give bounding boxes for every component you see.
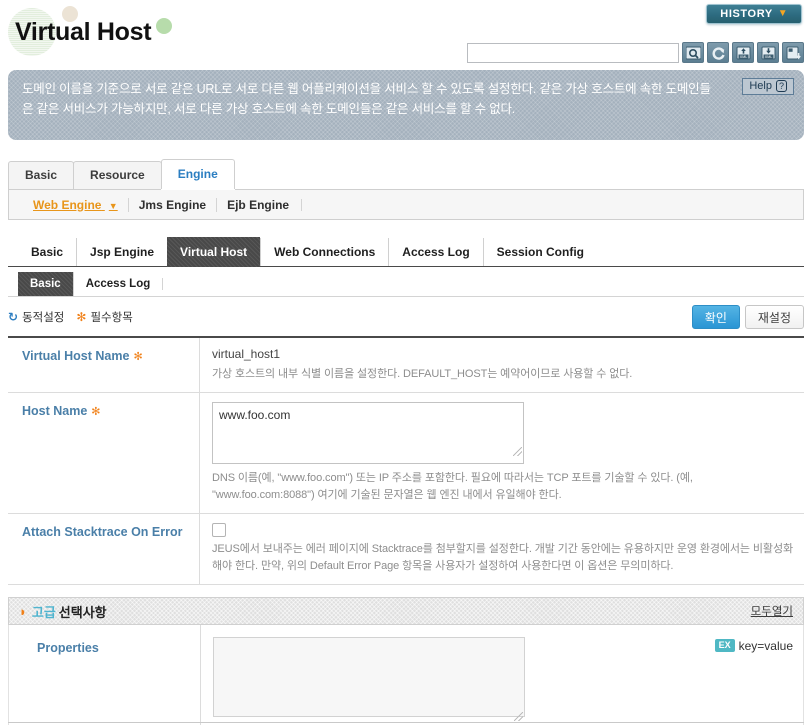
engine-subnav: Web Engine ▼ Jms Engine Ejb Engine	[8, 190, 804, 220]
page-title-area: Virtual Host	[8, 6, 172, 58]
asterisk-icon: ✻	[133, 351, 143, 363]
action-bar: ↻ 동적설정 ✻ 필수항목 확인 재설정	[8, 302, 804, 332]
field-label-host-name: Host Name ✻	[8, 393, 200, 513]
form-row-virtual-host-name: Virtual Host Name ✻ virtual_host1 가상 호스트의…	[8, 338, 804, 393]
legend-dynamic-config-label: 동적설정	[22, 312, 65, 324]
history-button-label: HISTORY	[720, 8, 773, 20]
field-label-properties: Properties	[9, 625, 201, 725]
field-label-text: Host Name	[22, 404, 88, 418]
chevron-down-icon: ▼	[108, 200, 118, 211]
subnav-item-jms-engine[interactable]: Jms Engine	[127, 197, 216, 212]
subnav-item-web-engine-label: Web Engine	[33, 197, 102, 212]
tab-virtual-host[interactable]: Virtual Host	[167, 236, 260, 267]
tab-engine[interactable]: Engine	[160, 159, 235, 189]
field-label-attach-stacktrace-on-error: Attach Stacktrace On Error	[8, 514, 200, 584]
legend: ↻ 동적설정 ✻ 필수항목	[8, 309, 133, 325]
tab-jsp-engine[interactable]: Jsp Engine	[76, 237, 167, 266]
subnav-divider	[301, 198, 303, 211]
virtual-host-tabs: Basic Access Log	[8, 271, 804, 297]
primary-tabs: Basic Resource Engine	[8, 159, 804, 190]
search-input[interactable]	[467, 42, 679, 63]
virtual-host-page: Virtual Host HISTORY ▼ XML XML 도메인 이름을 기…	[0, 0, 812, 727]
question-mark-icon: ?	[775, 80, 787, 92]
field-label-text: Virtual Host Name	[22, 349, 130, 363]
page-title: Virtual Host	[15, 18, 152, 46]
reset-button[interactable]: 재설정	[744, 305, 804, 329]
properties-textarea[interactable]	[213, 637, 525, 717]
form-row-host-name: Host Name✻ DNS 이름(예, "www.foo.com") 또는 I…	[8, 393, 804, 514]
decorative-circle-green	[156, 18, 172, 34]
refresh-icon[interactable]	[707, 42, 729, 63]
search-icon[interactable]	[682, 42, 704, 63]
xml-import-icon[interactable]: XML	[732, 42, 754, 63]
tab-basic[interactable]: Basic	[8, 161, 75, 189]
attach-stacktrace-description: JEUS에서 보내주는 에러 페이지에 Stacktrace를 첨부할지를 설정…	[212, 543, 793, 572]
asterisk-icon: ✻	[76, 310, 87, 324]
advanced-section-body: Properties EX key=value	[8, 625, 804, 725]
properties-format-text: key=value	[738, 639, 793, 653]
tab-access-log[interactable]: Access Log	[388, 237, 482, 266]
attach-stacktrace-checkbox[interactable]	[212, 523, 226, 537]
tab-resource[interactable]: Resource	[73, 161, 162, 189]
bottom-divider	[8, 722, 804, 723]
tab-basic[interactable]: Basic	[18, 238, 76, 266]
settings-form: Virtual Host Name ✻ virtual_host1 가상 호스트의…	[8, 336, 804, 585]
field-value-host-name: DNS 이름(예, "www.foo.com") 또는 IP 주소를 포함한다.…	[200, 393, 804, 513]
legend-required-field: ✻ 필수항목	[76, 309, 132, 325]
web-engine-tabs: Basic Jsp Engine Virtual Host Web Connec…	[8, 236, 804, 267]
info-banner: 도메인 이름을 기준으로 서로 같은 URL로 서로 다른 웹 어플리케이션을 …	[8, 70, 804, 140]
advanced-title-rest: 선택사항	[58, 604, 107, 620]
field-value-properties: EX key=value	[201, 625, 803, 725]
tab-session-config[interactable]: Session Config	[482, 237, 597, 266]
advanced-title-strong: 고급	[31, 604, 56, 620]
svg-text:XML: XML	[764, 55, 771, 59]
form-row-properties: Properties EX key=value	[9, 625, 803, 725]
expand-all-link[interactable]: 모두열기	[751, 603, 793, 619]
info-banner-text: 도메인 이름을 기준으로 서로 같은 URL로 서로 다른 웹 어플리케이션을 …	[22, 82, 711, 116]
history-button[interactable]: HISTORY ▼	[706, 4, 802, 24]
properties-format-hint: EX key=value	[714, 637, 793, 725]
backup-icon[interactable]	[782, 42, 804, 63]
advanced-section-header: ◗ 고급 선택사항 모두열기	[8, 597, 804, 625]
bulb-icon: ◗	[19, 603, 27, 619]
tab-web-connections[interactable]: Web Connections	[260, 237, 388, 266]
field-value-virtual-host-name: virtual_host1 가상 호스트의 내부 식별 이름을 설정한다. DE…	[200, 338, 804, 392]
asterisk-icon: ✻	[91, 406, 101, 418]
legend-dynamic-config: ↻ 동적설정	[8, 309, 64, 325]
svg-text:XML: XML	[739, 55, 746, 59]
form-row-attach-stacktrace-on-error: Attach Stacktrace On Error JEUS에서 보내주는 에…	[8, 514, 804, 585]
subnav-item-web-engine[interactable]: Web Engine ▼	[23, 198, 128, 212]
help-button-label: Help	[749, 80, 772, 92]
toolbar: XML XML	[467, 42, 804, 63]
subnav-item-ejb-engine[interactable]: Ejb Engine	[216, 197, 299, 212]
tab-access-log[interactable]: Access Log	[72, 271, 163, 296]
field-value-attach-stacktrace-on-error: JEUS에서 보내주는 에러 페이지에 Stacktrace를 첨부할지를 설정…	[200, 514, 804, 584]
confirm-button[interactable]: 확인	[691, 305, 740, 329]
example-badge: EX	[714, 639, 735, 652]
legend-required-field-label: 필수항목	[90, 312, 133, 324]
page-header: Virtual Host HISTORY ▼ XML XML	[0, 0, 812, 68]
chevron-down-icon: ▼	[777, 8, 788, 19]
field-label-virtual-host-name: Virtual Host Name ✻	[8, 338, 200, 392]
help-button[interactable]: Help ?	[742, 78, 794, 95]
virtual-host-name-value: virtual_host1	[212, 347, 281, 361]
host-name-textarea[interactable]	[212, 402, 524, 464]
tab-basic[interactable]: Basic	[18, 271, 73, 296]
tab-divider	[162, 277, 164, 290]
virtual-host-name-description: 가상 호스트의 내부 식별 이름을 설정한다. DEFAULT_HOST는 예약…	[212, 368, 633, 380]
xml-export-icon[interactable]: XML	[757, 42, 779, 63]
refresh-icon: ↻	[8, 310, 19, 324]
host-name-description: DNS 이름(예, "www.foo.com") 또는 IP 주소를 포함한다.…	[212, 472, 693, 501]
field-label-text: Attach Stacktrace On Error	[22, 525, 183, 539]
